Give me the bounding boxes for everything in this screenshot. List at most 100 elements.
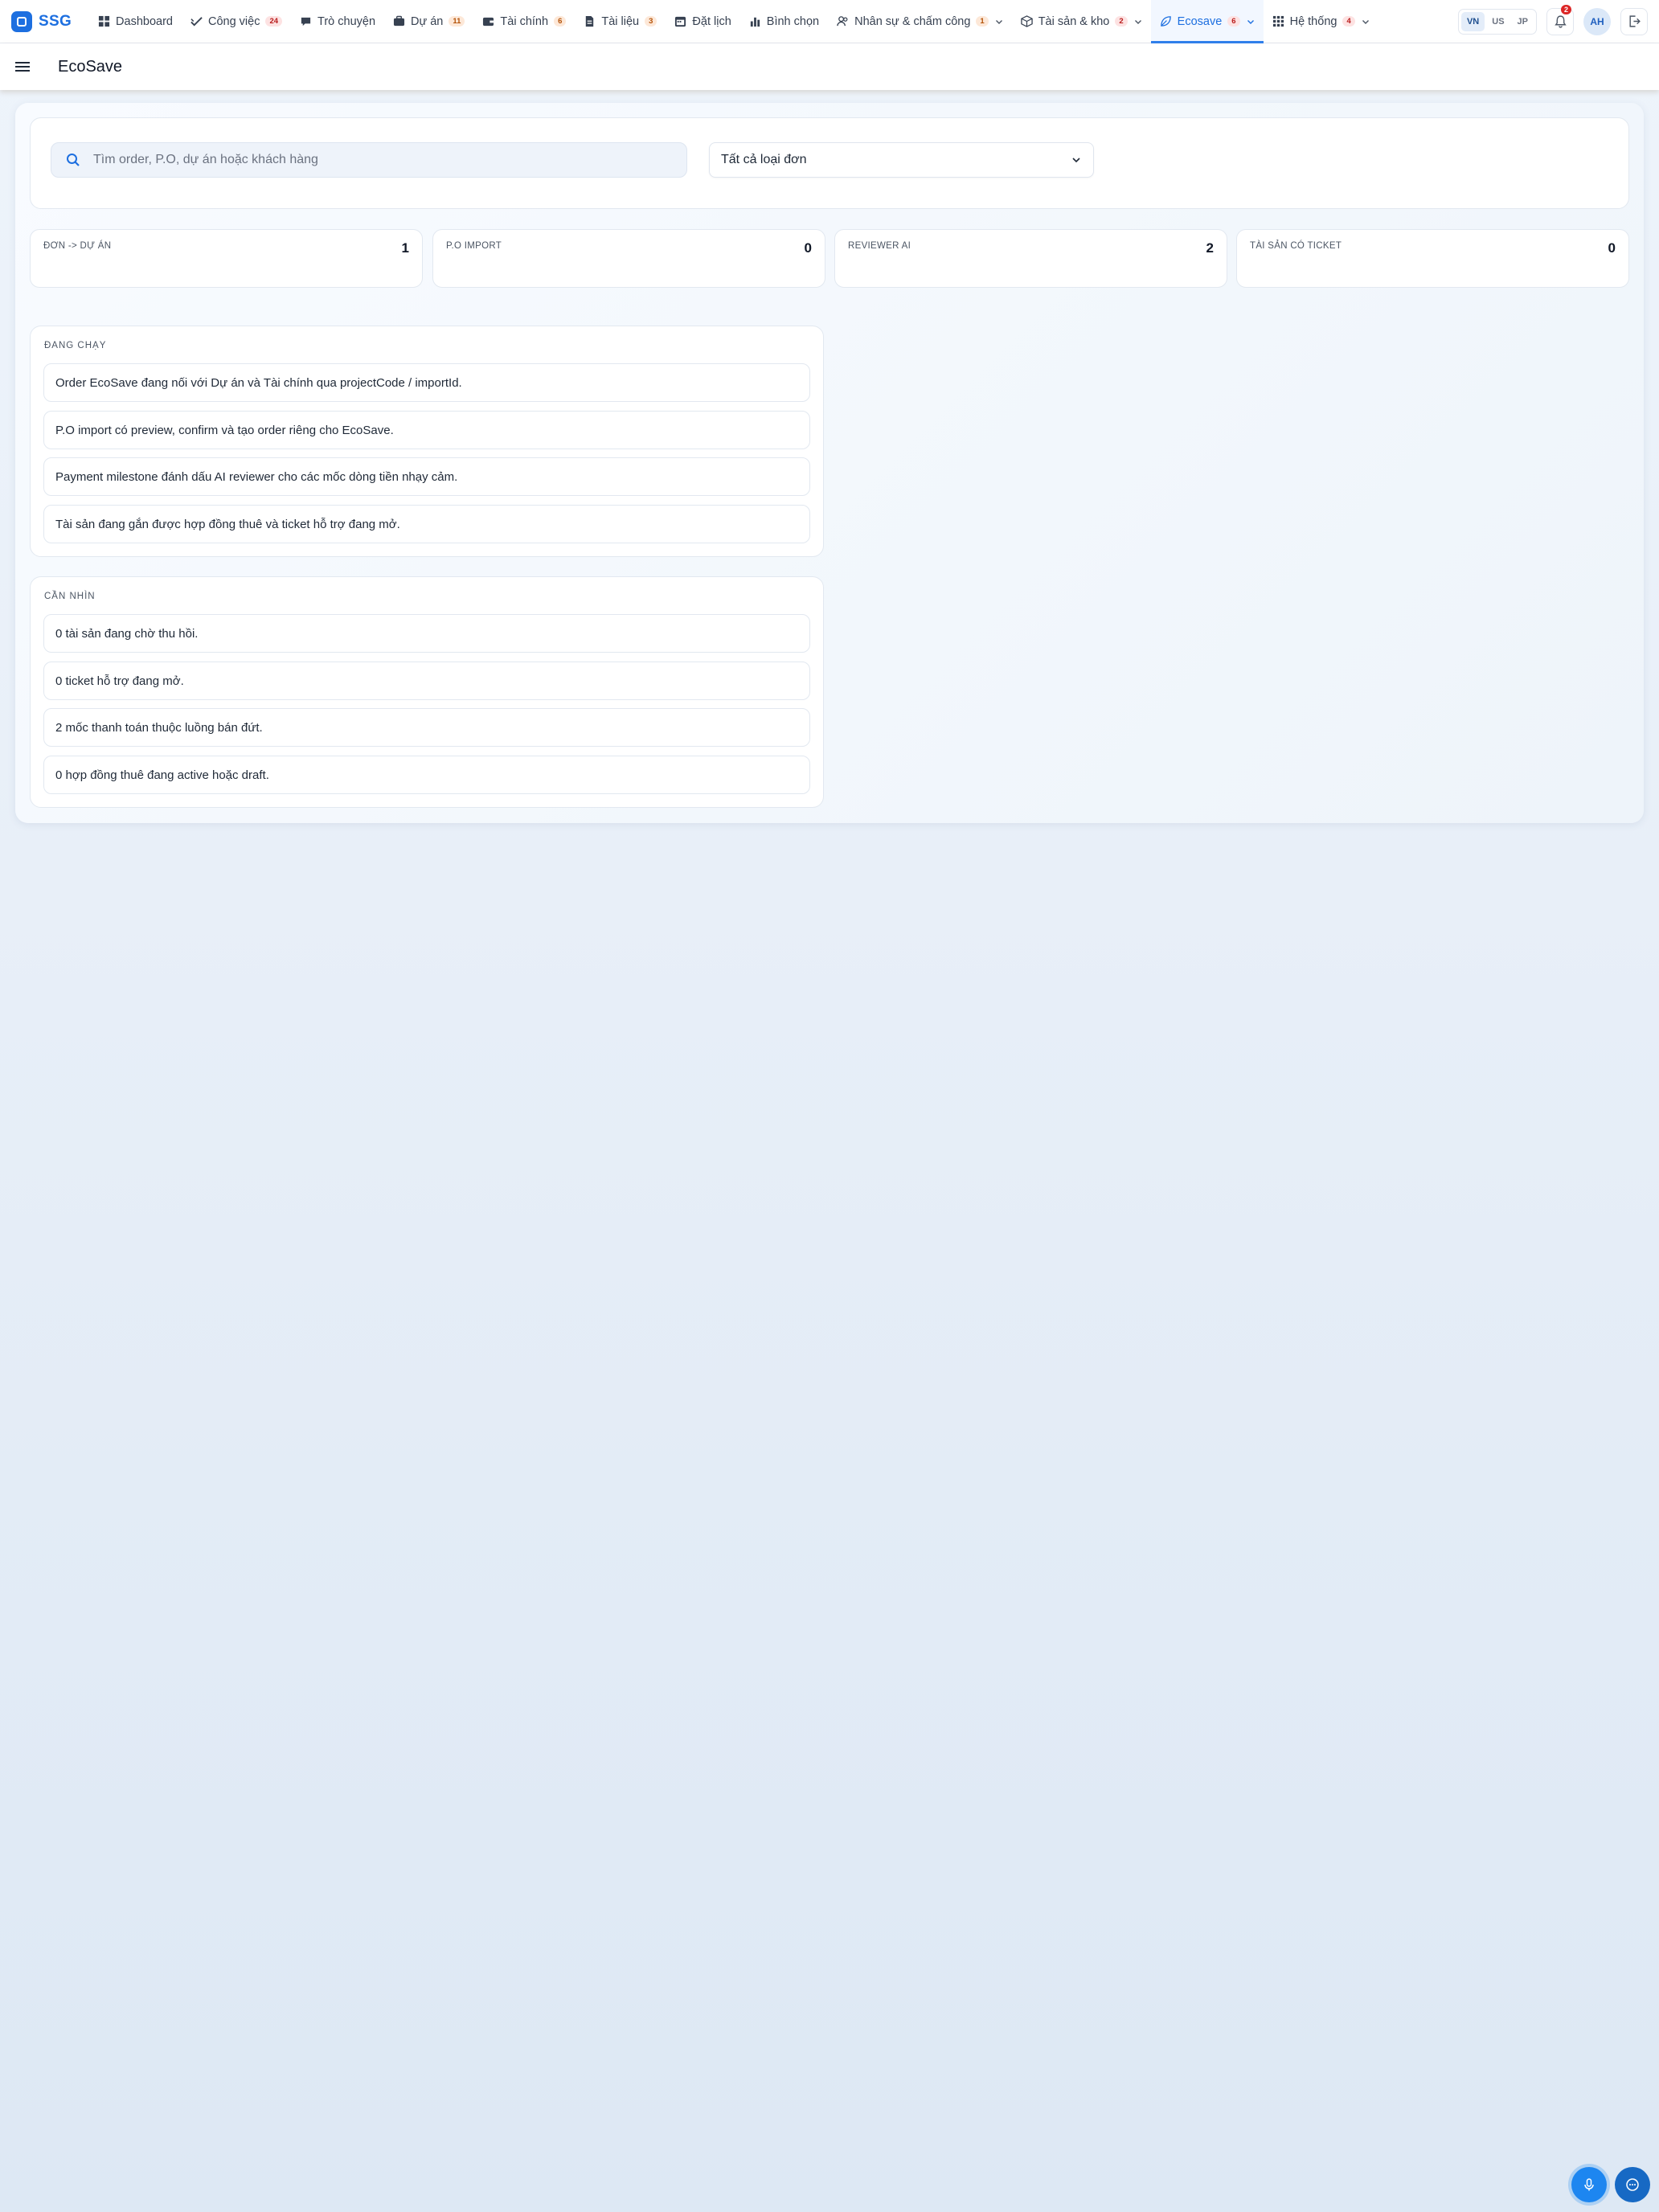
search-box[interactable] xyxy=(51,142,687,178)
nav-item-label: Trò chuyện xyxy=(317,14,376,28)
bar-chart-icon xyxy=(750,17,760,27)
stat-label: P.O IMPORT xyxy=(446,241,502,251)
apps-icon xyxy=(1272,15,1284,27)
nav-item-label: Bình chọn xyxy=(766,14,820,28)
top-navigation: SSG Dashboard Công việc 24 Trò chuyện Dự… xyxy=(0,0,1659,43)
wallet-icon xyxy=(483,17,494,27)
nav-badge: 24 xyxy=(265,15,283,27)
list-item: Tài sản đang gắn được hợp đồng thuê và t… xyxy=(43,505,810,543)
list-item: 0 hợp đồng thuê đang active hoặc draft. xyxy=(43,756,810,794)
nav-item-label: Dashboard xyxy=(116,14,173,28)
lang-jp-button[interactable]: JP xyxy=(1512,12,1534,31)
nav-item-finance[interactable]: Tài chính 6 xyxy=(473,0,575,43)
briefcase-icon xyxy=(393,15,405,27)
avatar[interactable]: AH xyxy=(1583,7,1611,35)
nav-badge: 6 xyxy=(554,15,567,27)
nav-item-label: Tài liệu xyxy=(601,14,640,28)
lang-vn-button[interactable]: VN xyxy=(1460,11,1485,31)
nav-item-system[interactable]: Hệ thống 4 xyxy=(1264,0,1378,43)
stat-label: REVIEWER AI xyxy=(848,241,911,251)
stat-label: TÀI SẢN CÓ TICKET xyxy=(1250,241,1342,251)
brand-name: SSG xyxy=(39,12,72,30)
search-input[interactable] xyxy=(93,153,656,167)
document-icon xyxy=(586,15,594,27)
lang-us-button[interactable]: US xyxy=(1486,12,1509,31)
filter-card: Tất cả loại đơn xyxy=(30,117,1629,209)
nav-item-tasks[interactable]: Công việc 24 xyxy=(182,0,291,43)
order-type-select[interactable]: Tất cả loại đơn xyxy=(709,142,1094,178)
page-title: EcoSave xyxy=(58,57,123,76)
voice-assistant-button[interactable] xyxy=(1571,2167,1607,2202)
stat-card-reviewer-ai: REVIEWER AI 2 xyxy=(834,229,1227,288)
chevron-down-icon xyxy=(1247,19,1254,24)
chat-bubble-icon xyxy=(1626,2178,1639,2191)
list-item: 0 ticket hỗ trợ đang mở. xyxy=(43,662,810,700)
page-header: EcoSave xyxy=(0,43,1659,90)
nav-badge: 6 xyxy=(1227,15,1240,27)
main-panel: Tất cả loại đơn ĐƠN -> DỰ ÁN 1 P.O IMPOR… xyxy=(15,103,1644,823)
list-item: 2 mốc thanh toán thuộc luồng bán đứt. xyxy=(43,708,810,747)
brand-logo-icon xyxy=(11,10,32,32)
nav-badge: 3 xyxy=(645,15,657,27)
users-icon xyxy=(837,16,848,27)
logout-button[interactable] xyxy=(1620,7,1648,35)
hamburger-menu-icon[interactable] xyxy=(14,59,31,75)
nav-item-assets[interactable]: Tài sản & kho 2 xyxy=(1012,0,1151,43)
microphone-icon xyxy=(1584,2178,1594,2191)
stat-value: 2 xyxy=(1206,240,1214,256)
search-icon xyxy=(67,154,80,166)
notification-count-badge: 2 xyxy=(1560,4,1571,15)
stat-value: 1 xyxy=(401,240,409,256)
notifications-button[interactable]: 2 xyxy=(1546,4,1574,35)
attention-card: CẦN NHÌN 0 tài sản đang chờ thu hồi. 0 t… xyxy=(30,576,824,808)
list-item: 0 tài sản đang chờ thu hồi. xyxy=(43,614,810,653)
nav-item-voting[interactable]: Bình chọn xyxy=(740,0,828,43)
stat-card-order-to-project: ĐƠN -> DỰ ÁN 1 xyxy=(30,229,423,288)
order-type-select-value: Tất cả loại đơn xyxy=(721,153,807,166)
brand[interactable]: SSG xyxy=(11,10,72,32)
list-item: Order EcoSave đang nối với Dự án và Tài … xyxy=(43,363,810,402)
nav-item-label: Ecosave xyxy=(1177,14,1223,28)
nav-item-label: Công việc xyxy=(207,14,260,28)
nav-item-hr[interactable]: Nhân sự & chấm công 1 xyxy=(828,0,1012,43)
stat-value: 0 xyxy=(804,240,812,256)
chevron-down-icon xyxy=(1072,158,1080,163)
nav-badge: 11 xyxy=(449,15,465,27)
list-item: Payment milestone đánh dấu AI reviewer c… xyxy=(43,457,810,496)
nav-item-label: Dự án xyxy=(411,14,444,28)
nav-item-schedule[interactable]: Đặt lịch xyxy=(666,0,739,43)
leaf-icon xyxy=(1160,16,1171,27)
nav-item-label: Hệ thống xyxy=(1289,14,1337,28)
nav-item-ecosave[interactable]: Ecosave 6 xyxy=(1150,0,1264,43)
nav-item-label: Tài sản & kho xyxy=(1038,14,1110,28)
chevron-down-icon xyxy=(995,19,1002,24)
nav-badge: 4 xyxy=(1342,15,1355,27)
box-icon xyxy=(1020,15,1033,27)
running-card: ĐANG CHẠY Order EcoSave đang nối với Dự … xyxy=(30,326,824,557)
chevron-down-icon xyxy=(1362,19,1369,24)
bell-icon xyxy=(1554,15,1567,28)
nav-items: Dashboard Công việc 24 Trò chuyện Dự án … xyxy=(89,0,1378,43)
logout-icon xyxy=(1628,15,1641,27)
nav-item-projects[interactable]: Dự án 11 xyxy=(384,0,473,43)
nav-badge: 2 xyxy=(1115,15,1128,27)
list-item: P.O import có preview, confirm và tạo or… xyxy=(43,411,810,449)
nav-item-chat[interactable]: Trò chuyện xyxy=(291,0,384,43)
running-title: ĐANG CHẠY xyxy=(44,341,107,350)
stat-value: 0 xyxy=(1608,240,1616,256)
chat-assistant-button[interactable] xyxy=(1615,2167,1650,2202)
chat-icon xyxy=(301,17,311,27)
nav-right: VN US JP 2 AH xyxy=(1457,4,1648,35)
nav-badge: 1 xyxy=(976,15,989,27)
nav-item-label: Nhân sự & chấm công xyxy=(854,14,971,28)
stat-label: ĐƠN -> DỰ ÁN xyxy=(43,241,112,251)
calendar-icon xyxy=(675,16,686,27)
nav-item-label: Tài chính xyxy=(500,14,549,28)
attention-title: CẦN NHÌN xyxy=(44,592,96,601)
language-switcher: VN US JP xyxy=(1457,8,1537,35)
nav-item-documents[interactable]: Tài liệu 3 xyxy=(575,0,666,43)
nav-item-dashboard[interactable]: Dashboard xyxy=(89,0,182,43)
stat-card-assets-with-ticket: TÀI SẢN CÓ TICKET 0 xyxy=(1236,229,1629,288)
check-icon xyxy=(190,17,203,27)
chevron-down-icon xyxy=(1134,19,1141,24)
